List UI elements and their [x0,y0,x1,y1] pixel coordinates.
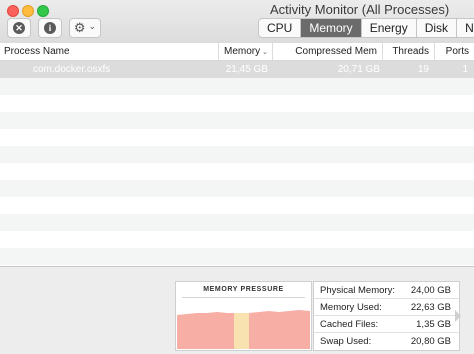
window-minimize-button[interactable] [22,5,34,17]
column-label: Compressed Mem [295,46,377,57]
column-label: Process Name [4,46,70,57]
stat-cached-files: Cached Files: 1,35 GB [314,316,459,333]
empty-row [0,180,474,197]
empty-row [0,197,474,214]
stat-swap-used: Swap Used: 20,80 GB [314,333,459,350]
tab-disk[interactable]: Disk [417,19,458,37]
tab-cpu[interactable]: CPU [259,19,302,37]
gear-icon: ⚙ [73,20,86,35]
memory-pressure-title: MEMORY PRESSURE [203,286,284,293]
stat-value: 1,35 GB [416,319,451,330]
x-circle-icon: ✕ [13,22,25,34]
memory-pressure-area [177,312,234,349]
stat-label: Physical Memory: [320,285,395,296]
window-close-button[interactable] [7,5,19,17]
column-header-threads[interactable]: Threads [382,43,434,60]
chevron-down-icon: ⌄ [88,21,97,31]
title-bar: Activity Monitor (All Processes) ✕ i ⚙ ⌄… [0,0,474,44]
window-zoom-button[interactable] [37,5,49,17]
empty-row [0,214,474,231]
inspect-process-button[interactable]: i [38,18,62,38]
memory-stats-box: Physical Memory: 24,00 GB Memory Used: 2… [313,281,460,351]
stat-value: 24,00 GB [410,285,451,296]
memory-pressure-area [249,310,310,349]
empty-row [0,78,474,95]
memory-summary-panel: MEMORY PRESSURE Physical Memory: 24,00 G… [0,266,474,354]
stop-process-button[interactable]: ✕ [7,18,31,38]
stat-physical-memory: Physical Memory: 24,00 GB [314,282,459,299]
memory-pressure-graph [177,310,310,349]
column-label: Ports [445,46,469,57]
table-row[interactable]: com.docker.osxfs 21,45 GB 20,71 GB 19 1 [0,61,474,78]
info-circle-icon: i [44,22,56,34]
compressed-mem-cell: 20,71 GB [337,64,380,75]
process-name-cell: com.docker.osxfs [33,64,111,75]
empty-row [0,163,474,180]
process-table: com.docker.osxfs 21,45 GB 20,71 GB 19 1 [0,61,474,266]
stat-label: Memory Used: [320,302,382,313]
divider [182,297,305,298]
memory-pressure-box: MEMORY PRESSURE [175,281,312,351]
column-header-compressed-mem[interactable]: Compressed Mem [272,43,382,60]
tab-network[interactable]: N [457,19,474,37]
empty-row [0,248,474,265]
stat-memory-used: Memory Used: 22,63 GB [314,299,459,316]
action-menu-button[interactable]: ⚙ ⌄ [69,18,101,38]
stat-value: 22,63 GB [410,302,451,313]
sort-descending-icon: ⌄ [262,49,268,56]
column-header-ports[interactable]: Ports [434,43,474,60]
tab-energy[interactable]: Energy [362,19,417,37]
window-title: Activity Monitor (All Processes) [270,2,450,17]
empty-row [0,146,474,163]
empty-row [0,129,474,146]
table-header: Process Name Memory ⌄ Compressed Mem Thre… [0,43,474,61]
threads-cell: 19 [417,64,429,75]
memory-pressure-highlight [234,313,249,349]
stat-label: Cached Files: [320,319,379,330]
empty-row [0,95,474,112]
disclosure-arrow-icon[interactable] [455,310,461,322]
column-header-memory[interactable]: Memory ⌄ [218,43,272,60]
column-label: Memory [224,46,261,57]
memory-cell: 21,45 GB [225,64,268,75]
stat-value: 20,80 GB [410,336,451,347]
empty-row [0,112,474,129]
ports-cell: 1 [462,64,468,75]
view-tabs: CPU Memory Energy Disk N [258,18,474,38]
stat-label: Swap Used: [320,336,372,347]
column-label: Threads [392,46,429,57]
tab-memory[interactable]: Memory [301,19,362,37]
column-header-process-name[interactable]: Process Name [0,43,218,60]
empty-row [0,231,474,248]
